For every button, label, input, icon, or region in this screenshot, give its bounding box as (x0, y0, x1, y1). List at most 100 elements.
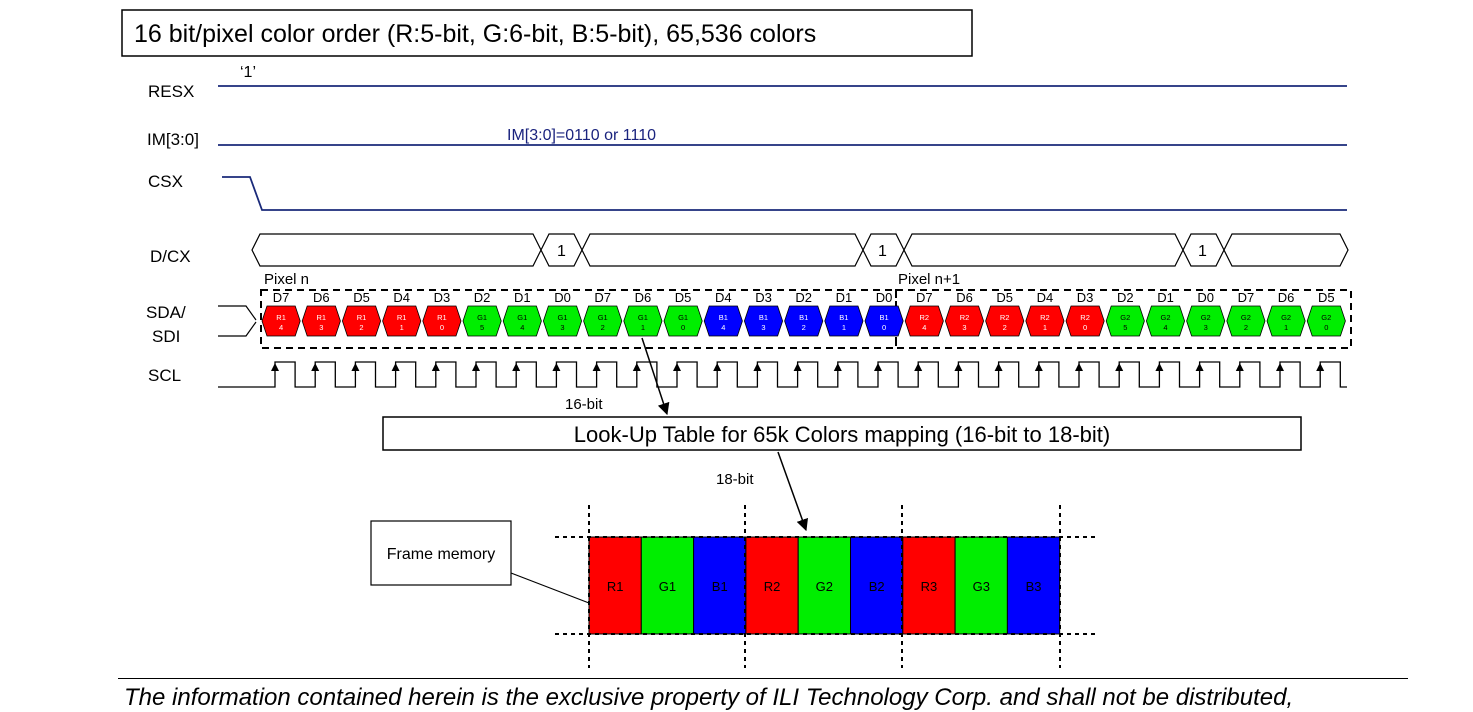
frame-cell-label: R3 (921, 579, 938, 594)
frame-cell: R3 (902, 536, 956, 635)
scl-rising-edge-arrow (673, 363, 681, 371)
bit-number-label: D6 (635, 290, 652, 305)
bit-component-name: G2 (1160, 313, 1170, 322)
scl-rising-edge-arrow (874, 363, 882, 371)
bit-number-label: D1 (836, 290, 853, 305)
frame-cell: G2 (797, 536, 852, 635)
bit-cell: D0 B10 (864, 290, 904, 337)
scl-rising-edge-arrow (833, 363, 842, 371)
bit-number-label: D5 (675, 290, 692, 305)
bit-cell: D4 R11 (382, 290, 422, 337)
bit-component-name: G2 (1281, 313, 1291, 322)
bit-component-name: G1 (598, 313, 608, 322)
dcx-segment-data (903, 233, 1184, 267)
sda-idle-top (218, 305, 257, 321)
bit-number-label: D2 (1117, 290, 1134, 305)
bit-number-label: D1 (514, 290, 531, 305)
bit-number-label: D3 (434, 290, 451, 305)
bit-component-name: G1 (678, 313, 688, 322)
bit-component-name: G1 (638, 313, 648, 322)
bit-component-index: 1 (1043, 323, 1047, 332)
scl-rising-edge-arrow (552, 363, 561, 371)
pixel-n-label: Pixel n (264, 271, 309, 288)
im-value: IM[3:0]=0110 or 1110 (507, 127, 656, 144)
bit-cell: D4 B14 (703, 290, 743, 337)
bit-component-index: 1 (842, 323, 846, 332)
bit-cell: D3 R20 (1065, 290, 1105, 337)
frame-cell-label: B2 (869, 579, 885, 594)
bit-component-name: B1 (880, 313, 889, 322)
bit-component-index: 3 (962, 323, 966, 332)
bit-component-index: 2 (359, 323, 363, 332)
dcx-segment-data (1223, 233, 1349, 267)
bit-component-name: R2 (1040, 313, 1050, 322)
bit-number-label: D3 (755, 290, 772, 305)
dcx-value: 1 (1198, 243, 1207, 260)
frame-cell-label: G1 (659, 579, 676, 594)
scl-waveform (218, 361, 1347, 388)
bit-component-name: G1 (557, 313, 567, 322)
bit-cell: D3 R10 (422, 290, 462, 337)
bit-component-index: 1 (641, 323, 645, 332)
scl-rising-edge-arrow (793, 363, 802, 371)
bit-number-label: D2 (795, 290, 812, 305)
bit-component-name: R2 (1000, 313, 1010, 322)
bit-number-label: D0 (1197, 290, 1214, 305)
frame-cell-label: R2 (764, 579, 781, 594)
bit-component-index: 0 (440, 323, 444, 332)
bit-number-label: D4 (715, 290, 732, 305)
bit-component-index: 2 (802, 323, 806, 332)
bit-number-label: D3 (1077, 290, 1094, 305)
bit-number-label: D4 (1037, 290, 1054, 305)
sda-idle-bottom (218, 321, 257, 337)
scl-rising-edge-arrow (472, 363, 480, 371)
bit-cell: D6 R23 (944, 290, 985, 337)
scl-rising-edge-arrow (271, 363, 279, 371)
bit-component-name: G2 (1321, 313, 1331, 322)
frame-memory-label: Frame memory (387, 546, 495, 563)
sdi-label: SDI (152, 327, 180, 346)
title-text: 16 bit/pixel color order (R:5-bit, G:6-b… (134, 20, 816, 48)
scl-rising-edge-arrow (1195, 363, 1204, 371)
scl-rising-edge-arrow (1316, 363, 1325, 371)
dcx-value: 1 (557, 243, 566, 260)
bit-cell: D6 R13 (301, 290, 341, 337)
scl-rising-edge-arrow (1155, 363, 1164, 371)
scl-label: SCL (148, 366, 181, 385)
bit-cell: D5 G20 (1306, 290, 1346, 337)
bit-number-label: D0 (876, 290, 893, 305)
bit-component-name: B1 (799, 313, 808, 322)
bit-component-name: B1 (839, 313, 848, 322)
resx-value: ‘1’ (240, 64, 256, 81)
scl-rising-edge-arrow (391, 363, 400, 371)
bit-component-index: 1 (1284, 323, 1288, 332)
scl-rising-edge-arrow (431, 363, 440, 371)
bit-number-label: D6 (1278, 290, 1295, 305)
bit-component-name: R1 (437, 313, 447, 322)
bit-component-name: R2 (960, 313, 970, 322)
bit-component-name: G2 (1201, 313, 1211, 322)
bit-component-name: R1 (317, 313, 327, 322)
bit-cell: D1 B11 (824, 290, 864, 337)
bit-cell: D2 B12 (784, 290, 824, 337)
bit-cell: D6 G11 (623, 290, 663, 337)
frame-cell: B3 (1006, 536, 1061, 635)
frame-cell-label: G3 (973, 579, 990, 594)
bit-component-name: G1 (517, 313, 527, 322)
bit-component-index: 0 (882, 323, 886, 332)
bit-component-name: G1 (477, 313, 487, 322)
bit-number-label: D5 (996, 290, 1013, 305)
footer-text: The information contained herein is the … (124, 684, 1294, 711)
bit-component-name: R2 (920, 313, 930, 322)
bit-cell: D1 G24 (1145, 290, 1186, 337)
scl-rising-edge-arrow (1034, 363, 1043, 371)
frame-memory-connector (510, 572, 590, 604)
frame-cell: G1 (640, 536, 695, 635)
dcx-bus (251, 233, 1349, 267)
bit-component-index: 1 (400, 323, 404, 332)
bit-number-label: D5 (353, 290, 370, 305)
bit-cell: D7 R24 (904, 290, 944, 337)
timing-diagram: 16 bit/pixel color order (R:5-bit, G:6-b… (121, 9, 1352, 668)
bit-component-index: 4 (1163, 323, 1167, 332)
bit-component-index: 2 (1244, 323, 1248, 332)
